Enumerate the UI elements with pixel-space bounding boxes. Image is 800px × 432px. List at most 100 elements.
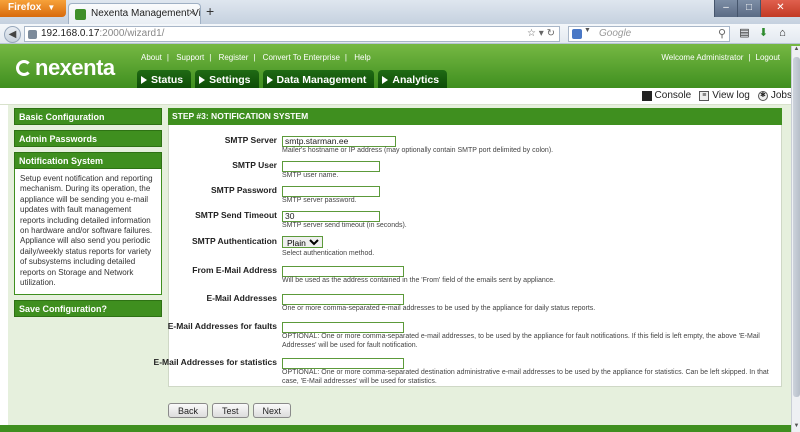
smtp-timeout-label: SMTP Send Timeout <box>195 210 277 220</box>
console-label: Console <box>654 90 692 101</box>
smtp-timeout-input[interactable] <box>282 210 380 222</box>
scroll-up-icon[interactable]: ▲ <box>792 46 800 55</box>
smtp-user-input[interactable] <box>282 160 380 172</box>
footer-bar <box>0 425 800 432</box>
smtp-auth-help: Select authentication method. <box>282 250 375 257</box>
browser-titlebar: Firefox ▼ Nexenta Management View: Instal… <box>0 0 800 24</box>
site-identity-icon <box>28 30 37 39</box>
about-link[interactable]: About <box>141 53 162 62</box>
download-icon[interactable]: ⬇ <box>757 26 770 40</box>
smtp-server-label: SMTP Server <box>224 135 277 145</box>
back-wizard-button[interactable]: Back <box>168 403 209 418</box>
main-tabs: Status Settings Data Management Analytic… <box>137 70 448 88</box>
console-icon <box>641 90 652 101</box>
nexenta-logo[interactable]: nexenta <box>16 55 115 81</box>
search-bar[interactable]: ▼ Google ⚲ <box>568 26 730 42</box>
register-link[interactable]: Register <box>219 53 249 62</box>
close-window-button[interactable]: ✕ <box>760 0 800 17</box>
new-tab-button[interactable]: + <box>206 3 214 19</box>
chevron-down-icon: ▼ <box>47 3 56 12</box>
url-bar[interactable]: 192.168.0.17:2000/wizard1/ ☆ ▾ ↻ <box>24 26 560 42</box>
wizard-buttons: Back Test Next <box>168 403 292 418</box>
emails-input[interactable] <box>282 293 404 305</box>
logout-link[interactable]: Logout <box>756 53 780 62</box>
jobs-label: Jobs <box>770 90 792 101</box>
emails-stats-label: E-Mail Addresses for statistics <box>153 357 277 367</box>
home-icon[interactable]: ⌂ <box>776 26 789 40</box>
nav-icons: ▤ ⬇ ⌂ <box>738 26 789 40</box>
emails-faults-help: OPTIONAL: One or more comma-separated e-… <box>282 333 760 349</box>
tab-data-management[interactable]: Data Management <box>262 70 375 88</box>
top-links: About | Support | Register | Convert To Ent… <box>141 53 371 62</box>
step-title: STEP #3: NOTIFICATION SYSTEM <box>168 108 782 125</box>
emails-help: One or more comma-separated e-mail addre… <box>282 305 596 312</box>
firefox-menu-button[interactable]: Firefox ▼ <box>0 0 66 17</box>
emails-faults-input[interactable] <box>282 321 404 333</box>
page-scrollbar[interactable]: ▲ ▼ <box>791 46 800 432</box>
browser-navbar: ◀ 192.168.0.17:2000/wizard1/ ☆ ▾ ↻ ▼ Goo… <box>0 24 800 44</box>
chevron-down-icon: ▼ <box>584 27 591 34</box>
scrollbar-thumb[interactable] <box>793 57 800 397</box>
back-button[interactable]: ◀ <box>4 26 21 43</box>
smtp-timeout-help: SMTP server send timeout (in seconds). <box>282 222 407 229</box>
emails-faults-label: E-Mail Addresses for faults <box>167 321 277 331</box>
emails-stats-help: OPTIONAL: One or more comma-separated de… <box>282 369 769 385</box>
viewlog-label: View log <box>712 90 750 101</box>
close-tab-icon[interactable]: × <box>189 7 195 19</box>
browser-tab[interactable]: Nexenta Management View: Installation ..… <box>68 3 201 24</box>
sidebar-item-basic-configuration[interactable]: Basic Configuration <box>14 108 162 125</box>
smtp-auth-label: SMTP Authentication <box>192 236 277 246</box>
app-header: nexenta About | Support | Register | Conver… <box>0 44 800 88</box>
maximize-button[interactable]: □ <box>737 0 760 17</box>
jobs-link[interactable]: ✱ Jobs <box>757 90 792 101</box>
url-path: :2000/wizard1/ <box>99 28 165 39</box>
bookmarks-icon[interactable]: ▤ <box>738 26 751 40</box>
welcome-text: Welcome Administrator <box>661 53 744 62</box>
tab-analytics[interactable]: Analytics <box>378 70 448 88</box>
emails-label: E-Mail Addresses <box>206 293 277 303</box>
emails-stats-input[interactable] <box>282 357 404 369</box>
dropdown-arrow-icon[interactable]: ▾ <box>539 28 544 39</box>
convert-enterprise-link[interactable]: Convert To Enterprise <box>263 53 340 62</box>
window-controls: – □ ✕ <box>714 0 800 17</box>
smtp-password-label: SMTP Password <box>211 185 277 195</box>
url-host: 192.168.0.17 <box>41 28 100 39</box>
console-link[interactable]: Console <box>641 90 692 101</box>
sidebar-item-save-configuration[interactable]: Save Configuration? <box>14 300 162 318</box>
reload-icon[interactable]: ↻ <box>547 28 555 39</box>
from-email-label: From E-Mail Address <box>192 265 277 275</box>
star-icon[interactable]: ☆ <box>527 28 536 39</box>
minimize-button[interactable]: – <box>714 0 737 17</box>
viewlog-link[interactable]: ≡ View log <box>699 90 750 101</box>
magnifier-icon[interactable]: ⚲ <box>718 27 726 40</box>
welcome-area: Welcome Administrator | Logout <box>661 53 780 62</box>
scroll-down-icon[interactable]: ▼ <box>792 423 800 432</box>
search-placeholder: Google <box>599 28 632 39</box>
next-button[interactable]: Next <box>252 403 292 418</box>
wizard-main: STEP #3: NOTIFICATION SYSTEM SMTP Server… <box>154 105 782 387</box>
logo-text: nexenta <box>35 55 115 80</box>
tab-status[interactable]: Status <box>137 70 192 88</box>
nexenta-logo-icon <box>16 60 32 76</box>
tab-settings[interactable]: Settings <box>195 70 259 88</box>
smtp-auth-select[interactable]: Plain <box>282 236 323 248</box>
url-controls: ☆ ▾ ↻ <box>527 28 555 39</box>
smtp-server-input[interactable] <box>282 135 396 147</box>
firefox-menu-label: Firefox <box>8 2 42 13</box>
notification-form: SMTP Server Mailer's hostname or IP addr… <box>154 125 782 387</box>
log-icon: ≡ <box>699 90 710 101</box>
help-link[interactable]: Help <box>354 53 370 62</box>
smtp-user-help: SMTP user name. <box>282 172 339 179</box>
nexenta-favicon-icon <box>75 9 86 20</box>
support-link[interactable]: Support <box>176 53 204 62</box>
test-button[interactable]: Test <box>212 403 249 418</box>
content-area: Basic Configuration Admin Passwords Noti… <box>8 105 791 432</box>
smtp-user-label: SMTP User <box>232 160 277 170</box>
search-engine-icon[interactable] <box>572 29 582 39</box>
gear-icon: ✱ <box>757 90 768 101</box>
browser-tab-title: Nexenta Management View: Installation ..… <box>91 8 201 19</box>
from-email-input[interactable] <box>282 265 404 277</box>
smtp-password-input[interactable] <box>282 185 380 197</box>
smtp-server-help: Mailer's hostname or IP address (may opt… <box>282 147 554 154</box>
from-email-help: Will be used as the address contained in… <box>282 277 556 284</box>
